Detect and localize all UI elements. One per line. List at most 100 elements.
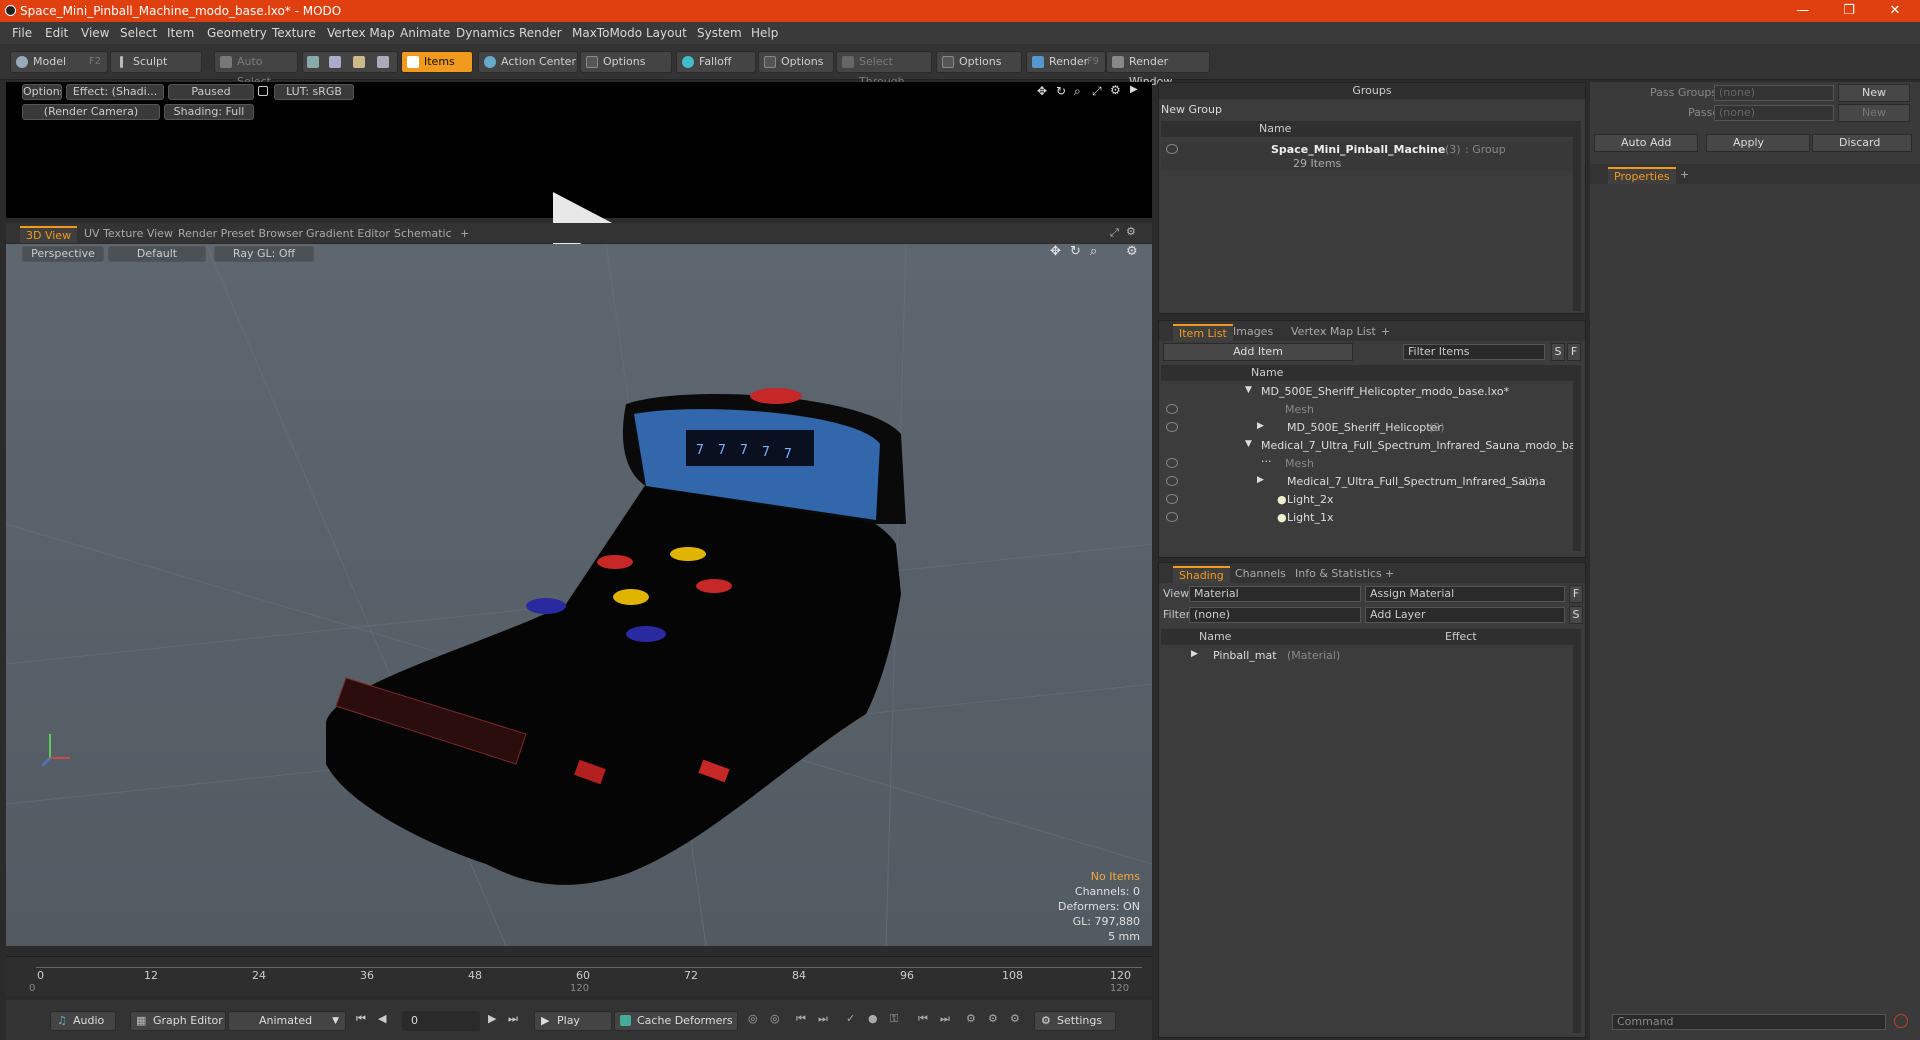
edges-icon[interactable] [329,56,341,68]
auto-select-button[interactable]: Auto Select [214,51,298,88]
s-button[interactable]: S [1551,343,1565,361]
menu-help[interactable]: Help [751,26,778,40]
preview-effect-dropdown[interactable]: Effect: (Shadi... [66,84,164,100]
menu-system[interactable]: System [697,26,742,40]
cache-deformers-button[interactable]: Cache Deformers [614,1011,738,1031]
add-tab-button[interactable]: + [1674,167,1695,184]
add-tab-button[interactable]: + [454,226,475,243]
key-icon[interactable]: ◎ [748,1012,758,1025]
select-through-options-button[interactable]: Options [936,51,1022,73]
tab-uv-texture-view[interactable]: UV Texture View [78,226,179,243]
eye-icon[interactable] [1166,422,1178,432]
menu-maxtomodo[interactable]: MaxToModo [572,26,642,40]
first-frame-icon[interactable]: ⏮ [356,1012,366,1026]
add-tab-button[interactable]: + [1379,566,1400,583]
next-key-icon[interactable]: ⏭ [940,1012,950,1026]
preview-camera-dropdown[interactable]: (Render Camera) [22,104,160,120]
prev-key-icon[interactable]: ⏮ [796,1012,806,1026]
tab-properties[interactable]: Properties [1608,167,1676,184]
expand-arrow-icon[interactable]: ▶ [1257,475,1264,485]
add-tab-button[interactable]: + [1375,324,1396,341]
viewport-settings-icon[interactable]: ⚙ [1126,225,1136,238]
menu-file[interactable]: File [12,26,32,40]
groups-scrollbar[interactable] [1573,121,1581,311]
3d-viewport[interactable]: Perspective Default Ray GL: Off ✥ ↻ ⌕ ⚙ … [6,244,1152,946]
preview-options-button[interactable]: Options [22,84,62,100]
record-icon[interactable]: ● [868,1012,878,1025]
tab-channels[interactable]: Channels [1229,566,1292,583]
key-icon[interactable]: ⚙ [988,1012,998,1025]
eye-icon[interactable] [1166,512,1178,522]
list-item[interactable]: Mesh [1161,401,1573,419]
next-key-icon[interactable]: ⏭ [818,1012,828,1026]
falloff-button[interactable]: Falloff [676,51,756,73]
restore-button[interactable]: ❐ [1834,2,1864,20]
tab-images[interactable]: Images [1227,324,1279,341]
prev-frame-icon[interactable]: ◀ [378,1012,386,1025]
preview-paused-button[interactable]: Paused [168,84,254,100]
animated-dropdown[interactable]: Animated ▼ [228,1011,346,1031]
menu-animate[interactable]: Animate [400,26,450,40]
action-center-button[interactable]: Action Center [478,51,578,73]
tab-shading[interactable]: Shading [1173,566,1230,583]
prev-key-icon[interactable]: ⏮ [918,1012,928,1026]
eye-icon[interactable] [1166,476,1178,486]
list-item[interactable]: ● Light_1x [1161,509,1573,527]
tab-info-statistics[interactable]: Info & Statistics [1289,566,1388,583]
audio-button[interactable]: ♫ Audio [50,1011,116,1031]
action-center-options-button[interactable]: Options [580,51,672,73]
items-mode-button[interactable]: Items [401,51,473,73]
expand-arrow-icon[interactable]: ▶ [1257,421,1264,431]
s-button[interactable]: S [1569,606,1583,624]
list-item[interactable]: Mesh [1161,455,1573,473]
settings-button[interactable]: ⚙ Settings [1034,1011,1116,1031]
close-button[interactable]: ✕ [1880,2,1910,20]
materials-icon[interactable] [377,56,389,68]
key-icon[interactable]: ◎ [770,1012,780,1025]
f-button[interactable]: F [1569,585,1583,603]
new-group-button[interactable]: New Group [1161,103,1222,116]
discard-button[interactable]: Discard [1812,134,1912,152]
model-mode-button[interactable]: Model F2 [10,51,108,73]
select-through-button[interactable]: Select Through [836,51,932,88]
lock-icon[interactable] [258,86,268,96]
menu-vertex-map[interactable]: Vertex Map [327,26,395,40]
stop-icon[interactable] [1894,1014,1908,1028]
add-layer-dropdown[interactable]: Add Layer [1365,607,1565,623]
timeline[interactable]: 0 12 24 36 48 60 72 84 96 108 120 0 120 … [6,956,1152,996]
key-icon[interactable]: ⚙ [1010,1012,1020,1025]
shading-scrollbar[interactable] [1573,629,1581,1033]
menu-layout[interactable]: Layout [646,26,687,40]
rotate-view-icon[interactable]: ↻ [1056,84,1066,98]
material-row[interactable]: ▶ Pinball_mat (Material) [1161,647,1573,665]
key-icon[interactable]: ✓ [846,1012,855,1025]
expand-arrow-icon[interactable]: ▶ [1191,649,1198,659]
list-item[interactable]: ● Light_2x [1161,491,1573,509]
move-view-icon[interactable]: ✥ [1037,84,1047,98]
eye-icon[interactable] [1166,404,1178,414]
panel-menu-arrow-icon[interactable]: ▶ [1130,84,1138,95]
groups-row[interactable]: Space_Mini_Pinball_Machine (3) : Group 2… [1161,141,1573,171]
assign-material-input[interactable]: Assign Material [1365,586,1565,602]
falloff-options-button[interactable]: Options [758,51,834,73]
filter-dropdown[interactable]: (none) [1189,607,1361,623]
last-frame-icon[interactable]: ⏭ [508,1012,518,1026]
view-dropdown[interactable]: Material [1189,586,1361,602]
menu-view[interactable]: View [81,26,109,40]
preview-shading-dropdown[interactable]: Shading: Full [164,104,254,120]
add-item-dropdown[interactable]: Add Item [1163,343,1353,361]
filter-items-input[interactable]: Filter Items [1403,344,1545,360]
eye-icon[interactable] [1166,494,1178,504]
list-item[interactable]: ▶ MD_500E_Sheriff_Helicopter (2) [1161,419,1573,437]
render-button[interactable]: Render F9 [1026,51,1106,73]
auto-add-button[interactable]: Auto Add [1594,134,1698,152]
frame-field[interactable]: 0 [402,1011,480,1031]
vertices-icon[interactable] [307,56,319,68]
apply-button[interactable]: Apply [1706,134,1810,152]
tab-render-preset-browser[interactable]: Render Preset Browser [172,226,309,243]
expand-arrow-icon[interactable]: ▼ [1245,439,1252,449]
expand-arrow-icon[interactable]: ▼ [1245,385,1252,395]
new-pass-group-button[interactable]: New [1838,84,1910,102]
sculpt-mode-button[interactable]: Sculpt [110,51,202,73]
list-item[interactable]: ▶ Medical_7_Ultra_Full_Spectrum_Infrared… [1161,473,1573,491]
